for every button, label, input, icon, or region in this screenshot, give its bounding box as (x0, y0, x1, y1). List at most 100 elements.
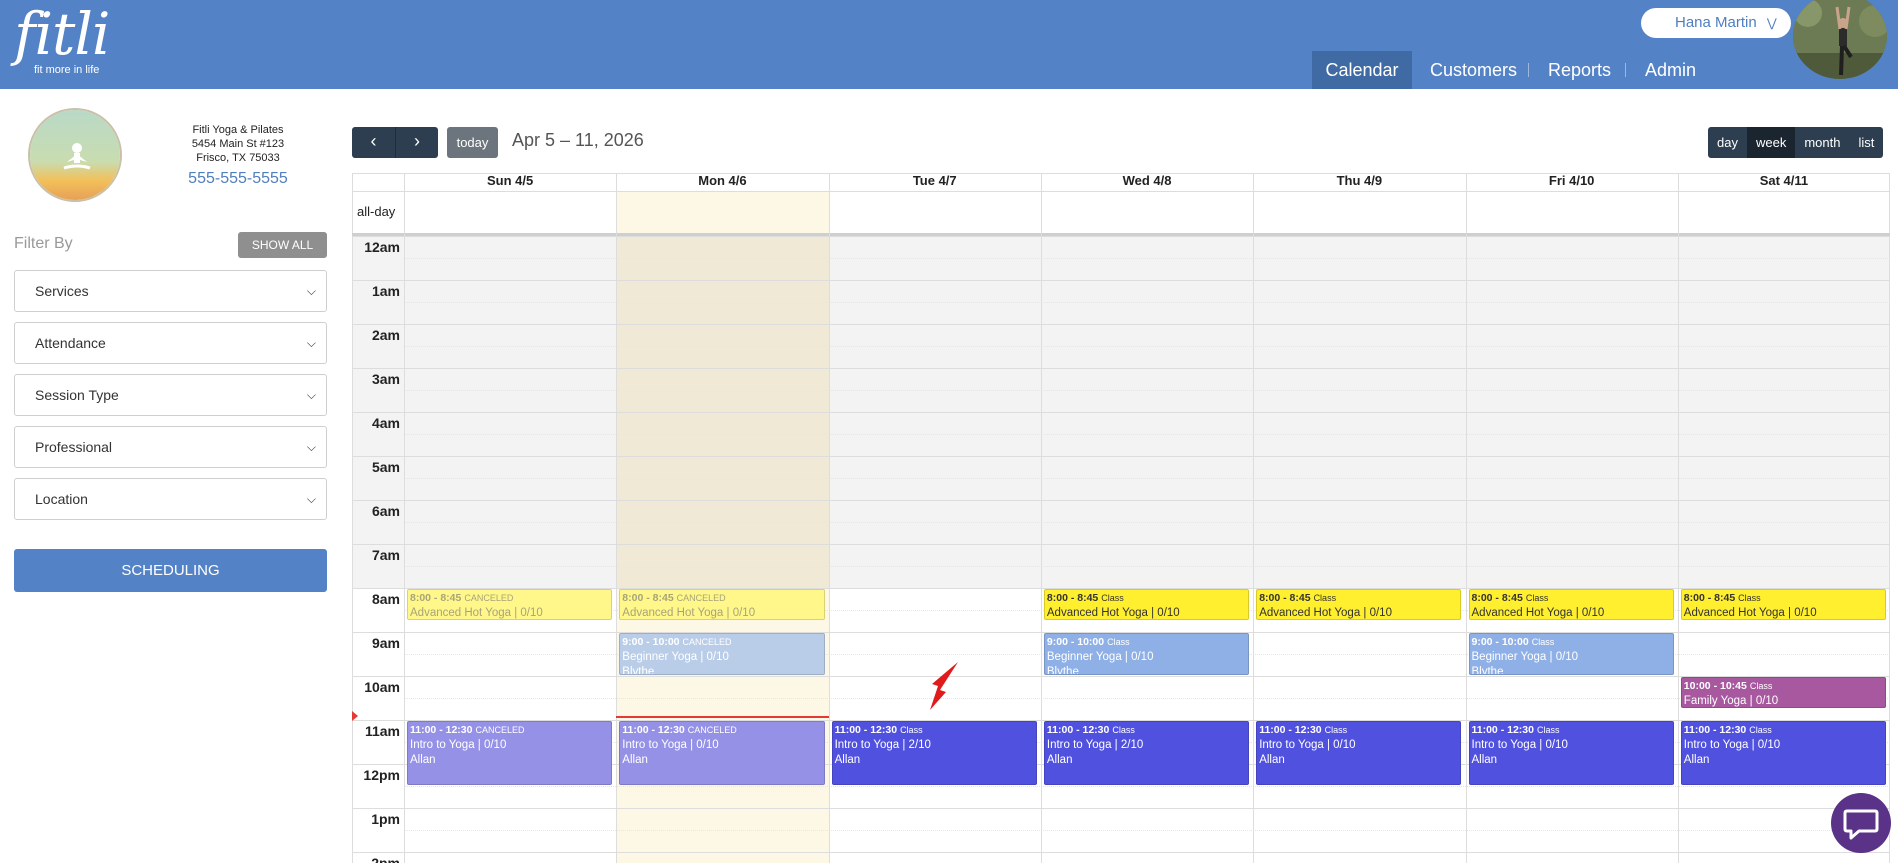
location-select[interactable]: Location ⌵ (14, 478, 327, 520)
view-switcher: day week month list (1708, 127, 1884, 158)
event-instructor: Blythe (1046, 666, 1079, 675)
hour-label: 5am (371, 459, 400, 475)
hour-line (352, 456, 1890, 457)
view-day-button[interactable]: day (1708, 127, 1747, 158)
day-header[interactable]: Sat 4/11 (1678, 173, 1890, 191)
nav-admin[interactable]: Admin (1645, 51, 1696, 89)
event-time: 9:00 - 10:00 CANCELED (622, 635, 821, 650)
half-hour-line (404, 302, 1890, 303)
hour-label: 2am (371, 327, 400, 343)
business-address-line2: Frisco, TX 75033 (196, 152, 280, 164)
day-column-line (1253, 173, 1255, 863)
chat-bubble-icon[interactable] (1831, 793, 1891, 853)
event-title: Intro to Yoga | 0/10 (410, 739, 507, 751)
hour-line (352, 676, 1890, 677)
event-time: 10:00 - 10:45 Class (1684, 679, 1883, 694)
today-button[interactable]: today (447, 127, 498, 158)
day-header[interactable]: Mon 4/6 (616, 173, 828, 191)
calendar-event[interactable]: 11:00 - 12:30 Class Intro to Yoga | 0/10 Al… (1256, 721, 1462, 785)
day-header[interactable]: Sun 4/5 (404, 173, 616, 191)
day-column-line (616, 173, 618, 863)
event-title: Beginner Yoga | 0/10 (622, 651, 729, 663)
hour-label: 4am (371, 415, 400, 431)
event-status: CANCELED (676, 593, 726, 603)
half-hour-line (404, 346, 1890, 347)
calendar-event[interactable]: 11:00 - 12:30 CANCELED Intro to Yoga | 0/1… (619, 721, 825, 785)
event-title: Beginner Yoga | 0/10 (1046, 651, 1154, 663)
now-indicator-arrow (352, 711, 358, 721)
nav-reports[interactable]: Reports (1548, 51, 1611, 89)
view-list-button[interactable]: list (1849, 127, 1884, 158)
chevron-down-icon: ⌵ (306, 440, 316, 454)
event-status: Class (1749, 725, 1772, 735)
attendance-select[interactable]: Attendance ⌵ (14, 322, 327, 364)
calendar-event[interactable]: 11:00 - 12:30 Class Intro to Yoga | 2/10 Al… (831, 721, 1037, 785)
scheduling-button[interactable]: SCHEDULING (14, 549, 327, 592)
hour-label: 8am (371, 591, 400, 607)
calendar-event[interactable]: 9:00 - 10:00 Class Beginner Yoga | 0/10 Bly… (1043, 633, 1250, 675)
calendar-event[interactable]: 9:00 - 10:00 CANCELED Beginner Yoga | 0/10… (619, 633, 825, 675)
hour-label: 12pm (363, 767, 400, 783)
event-status: Class (1112, 725, 1135, 735)
view-week-button[interactable]: week (1746, 127, 1796, 158)
event-status: Class (1536, 725, 1560, 735)
event-status: Class (1107, 637, 1130, 647)
professional-select-value: Professional (35, 439, 113, 455)
half-hour-line (404, 698, 1890, 699)
event-time: 8:00 - 8:45 Class (1684, 591, 1883, 606)
calendar-event[interactable]: 11:00 - 12:30 Class Intro to Yoga | 0/10 Al… (1468, 721, 1674, 785)
event-instructor: Allan (834, 754, 861, 766)
day-column-line (828, 173, 830, 863)
hour-label: 10am (364, 679, 400, 695)
day-header[interactable]: Thu 4/9 (1253, 173, 1465, 191)
calendar-event[interactable]: 11:00 - 12:30 CANCELED Intro to Yoga | 0/1… (407, 721, 613, 785)
half-hour-line (404, 566, 1890, 567)
calendar-event[interactable]: 8:00 - 8:45 CANCELED Advanced Hot Yoga | 0… (619, 589, 825, 620)
calendar-event[interactable]: 10:00 - 10:45 Class Family Yoga | 0/10 (1680, 677, 1887, 708)
calendar-event[interactable]: 11:00 - 12:30 Class Intro to Yoga | 0/10 Al… (1680, 721, 1887, 785)
event-status: Class (1324, 725, 1348, 735)
event-time-range: 8:00 - 8:45 (1259, 592, 1311, 604)
event-time: 8:00 - 8:45 Class (1047, 591, 1246, 606)
business-phone[interactable]: 555-555-5555 (156, 170, 320, 188)
calendar-event[interactable]: 8:00 - 8:45 Class Advanced Hot Yoga | 0/10 (1468, 589, 1674, 620)
hour-label: 6am (371, 503, 400, 519)
calendar-event[interactable]: 8:00 - 8:45 CANCELED Advanced Hot Yoga | 0… (407, 589, 613, 620)
show-all-button[interactable]: SHOW ALL (238, 232, 327, 258)
fitli-logo[interactable]: fitli fit more in life (14, 2, 110, 76)
services-select[interactable]: Services ⌵ (14, 270, 327, 312)
calendar-event[interactable]: 8:00 - 8:45 Class Advanced Hot Yoga | 0/10 (1043, 589, 1250, 620)
session-type-select-value: Session Type (35, 387, 119, 403)
session-type-select[interactable]: Session Type ⌵ (14, 374, 327, 416)
day-header[interactable]: Tue 4/7 (829, 173, 1041, 191)
user-menu-button[interactable]: Hana Martin ⋁ (1641, 8, 1791, 38)
calendar-event[interactable]: 11:00 - 12:30 Class Intro to Yoga | 2/10 Al… (1043, 721, 1250, 785)
next-week-button[interactable]: › (395, 127, 438, 158)
event-status: Class (1738, 593, 1761, 603)
day-header[interactable]: Fri 4/10 (1466, 173, 1678, 191)
all-day-label: all-day (357, 204, 396, 219)
event-time-range: 11:00 - 12:30 (410, 724, 473, 736)
calendar-event[interactable]: 8:00 - 8:45 Class Advanced Hot Yoga | 0/10 (1680, 589, 1887, 620)
view-month-button[interactable]: month (1795, 127, 1850, 158)
hour-line (352, 324, 1890, 325)
professional-select[interactable]: Professional ⌵ (14, 426, 327, 468)
nav-calendar[interactable]: Calendar (1312, 51, 1412, 89)
event-time: 11:00 - 12:30 Class (1047, 723, 1246, 738)
prev-week-button[interactable]: ‹ (352, 127, 395, 158)
day-column-line (1465, 173, 1467, 863)
event-instructor: Allan (1683, 754, 1710, 766)
hour-label: 3am (371, 371, 400, 387)
event-time: 11:00 - 12:30 CANCELED (410, 723, 609, 738)
calendar-event[interactable]: 9:00 - 10:00 Class Beginner Yoga | 0/10 Bly… (1468, 633, 1674, 675)
event-time-range: 10:00 - 10:45 (1683, 680, 1747, 692)
event-time-range: 9:00 - 10:00 (1471, 636, 1529, 648)
nav-separator (1528, 63, 1529, 77)
calendar-event[interactable]: 8:00 - 8:45 Class Advanced Hot Yoga | 0/10 (1256, 589, 1462, 620)
half-hour-line (404, 522, 1890, 523)
nav-customers[interactable]: Customers (1430, 51, 1517, 89)
event-title: Advanced Hot Yoga | 0/10 (1046, 607, 1180, 619)
day-header[interactable]: Wed 4/8 (1041, 173, 1253, 191)
event-time-range: 8:00 - 8:45 (1471, 592, 1523, 604)
chevron-down-icon: ⌵ (306, 388, 316, 402)
